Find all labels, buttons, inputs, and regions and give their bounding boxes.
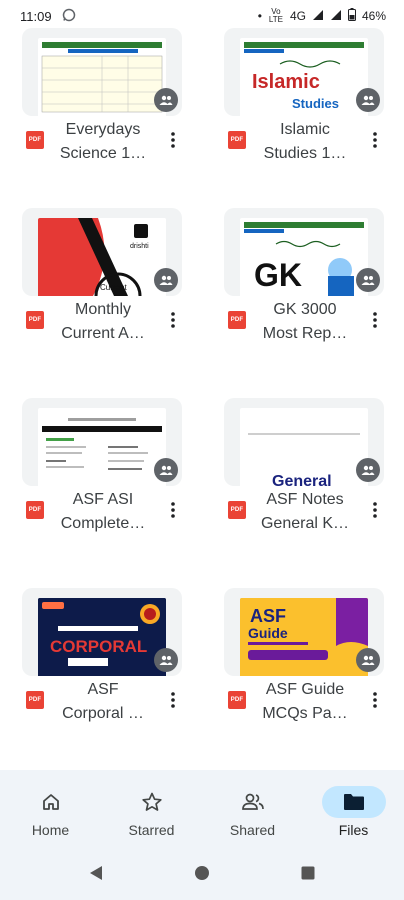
thumbnail-document: CORPORAL: [38, 598, 166, 676]
thumbnail-document: [38, 38, 166, 116]
file-name[interactable]: GK 3000 Most Rep…: [250, 298, 360, 346]
home-icon: [19, 786, 83, 818]
pdf-file-icon: PDF: [228, 501, 246, 519]
dot-icon: •: [257, 9, 262, 23]
svg-text:ASF: ASF: [250, 606, 286, 626]
nav-shared-label: Shared: [229, 822, 276, 838]
thumbnail-document: [38, 408, 166, 486]
pdf-file-icon: PDF: [26, 131, 44, 149]
svg-text:Current: Current: [100, 283, 127, 292]
star-icon: [120, 786, 184, 818]
recents-icon[interactable]: [300, 865, 316, 886]
file-thumbnail[interactable]: Islamic Studies: [224, 28, 384, 116]
nav-home[interactable]: Home: [0, 770, 101, 850]
file-name[interactable]: ASF Corporal …: [48, 678, 158, 726]
file-thumbnail[interactable]: [22, 398, 182, 486]
folder-icon: [321, 786, 386, 818]
shared-people-icon: [356, 648, 380, 672]
more-options-icon[interactable]: [363, 498, 387, 522]
nav-starred[interactable]: Starred: [101, 770, 202, 850]
pdf-file-icon: PDF: [228, 691, 246, 709]
shared-people-icon: [356, 88, 380, 112]
file-name[interactable]: ASF Notes General K…: [250, 488, 360, 536]
shared-people-icon: [154, 268, 178, 292]
nav-shared[interactable]: Shared: [202, 770, 303, 850]
svg-text:CORPORAL: CORPORAL: [50, 637, 147, 656]
file-thumbnail[interactable]: CORPORAL: [22, 588, 182, 676]
nav-home-label: Home: [31, 822, 70, 838]
svg-text:Islamic: Islamic: [252, 71, 320, 93]
pdf-file-icon: PDF: [228, 131, 246, 149]
file-name[interactable]: Monthly Current A…: [48, 298, 158, 346]
pdf-file-icon: PDF: [26, 501, 44, 519]
file-name[interactable]: Islamic Studies 1…: [250, 118, 360, 166]
more-options-icon[interactable]: [363, 308, 387, 332]
more-options-icon[interactable]: [161, 128, 185, 152]
file-name[interactable]: ASF Guide MCQs Pa…: [250, 678, 360, 726]
nav-starred-label: Starred: [128, 822, 175, 838]
whatsapp-notification-icon: [62, 8, 76, 25]
thumbnail-document: Islamic Studies: [240, 38, 368, 116]
pdf-file-icon: PDF: [26, 311, 44, 329]
shared-people-icon: [356, 458, 380, 482]
file-thumbnail[interactable]: ASF Guide: [224, 588, 384, 676]
pdf-file-icon: PDF: [228, 311, 246, 329]
file-name[interactable]: Everydays Science 1…: [48, 118, 158, 166]
svg-text:Studies: Studies: [292, 96, 339, 111]
more-options-icon[interactable]: [363, 128, 387, 152]
system-navigation-bar: [0, 850, 404, 900]
nav-files[interactable]: Files: [303, 770, 404, 850]
shared-people-icon: [154, 88, 178, 112]
file-thumbnail[interactable]: [22, 28, 182, 116]
shared-people-icon: [154, 458, 178, 482]
file-thumbnail[interactable]: General: [224, 398, 384, 486]
shared-people-icon: [154, 648, 178, 672]
signal-2-icon: [330, 9, 342, 24]
svg-text:drishti: drishti: [130, 243, 149, 250]
more-options-icon[interactable]: [161, 688, 185, 712]
volte-label: Vo LTE: [268, 7, 283, 24]
back-icon[interactable]: [88, 865, 104, 886]
thumbnail-document: GK: [240, 218, 368, 296]
shared-people-icon: [356, 268, 380, 292]
more-options-icon[interactable]: [363, 688, 387, 712]
shared-icon: [221, 786, 285, 818]
bottom-navigation: Home Starred Shared Files: [0, 770, 404, 850]
thumbnail-document: General: [240, 408, 368, 486]
status-time: 11:09: [20, 8, 52, 24]
file-thumbnail[interactable]: GK: [224, 208, 384, 296]
thumbnail-document: ASF Guide: [240, 598, 368, 676]
nav-files-label: Files: [338, 822, 369, 838]
battery-percent: 46%: [361, 9, 386, 23]
svg-text:GK: GK: [254, 257, 302, 293]
status-indicators: • Vo LTE 4G 46%: [258, 8, 386, 24]
more-options-icon[interactable]: [161, 498, 185, 522]
pdf-file-icon: PDF: [26, 691, 44, 709]
signal-icon: [312, 9, 324, 24]
battery-icon: [347, 8, 356, 24]
thumbnail-document: drishti Current: [38, 218, 166, 296]
network-type: 4G: [289, 9, 306, 23]
home-circle-icon[interactable]: [194, 865, 210, 886]
file-name[interactable]: ASF ASI Complete…: [48, 488, 158, 536]
svg-text:General: General: [272, 473, 332, 486]
svg-text:Guide: Guide: [248, 625, 288, 641]
file-thumbnail[interactable]: drishti Current: [22, 208, 182, 296]
more-options-icon[interactable]: [161, 308, 185, 332]
